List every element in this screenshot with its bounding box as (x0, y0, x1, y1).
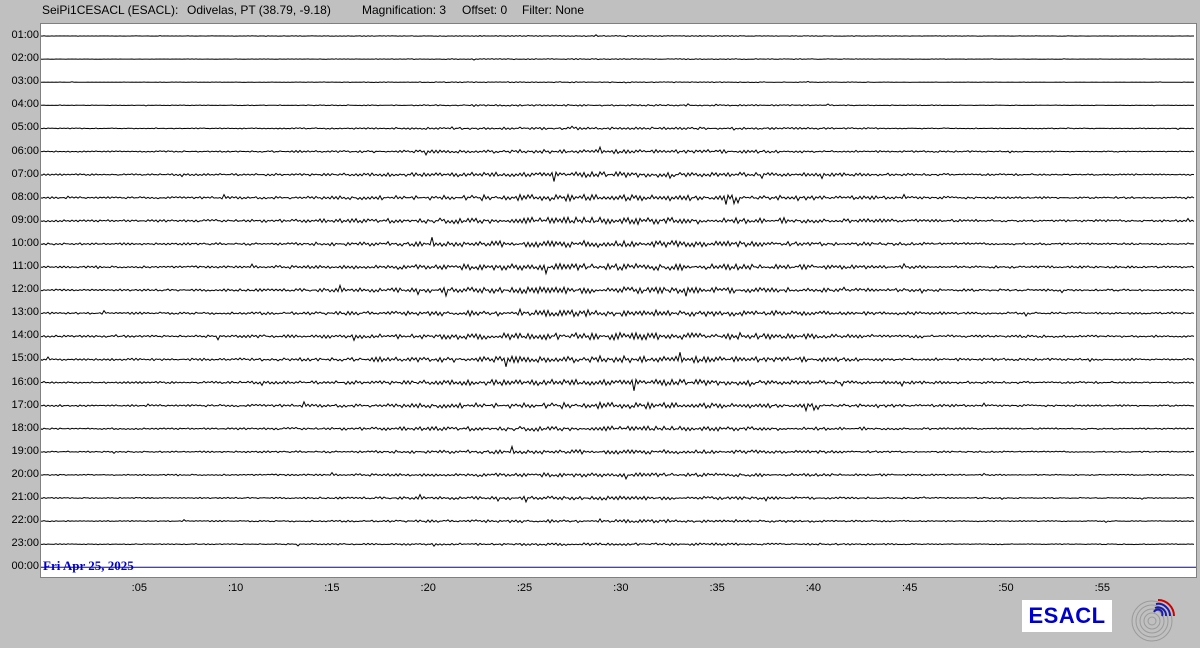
hour-trace (41, 34, 1194, 38)
hour-trace (41, 542, 1195, 548)
minute-label: :30 (613, 582, 629, 594)
hour-label: 23:00 (11, 537, 39, 550)
hour-trace (41, 103, 1195, 108)
hour-trace (41, 58, 1195, 61)
hour-label: 20:00 (11, 467, 39, 480)
station-name: SeiPi1CESACL (ESACL): (42, 3, 179, 17)
hour-label: 15:00 (11, 352, 39, 365)
date-label: Fri Apr 25, 2025 (43, 558, 134, 573)
hour-label: 12:00 (11, 283, 39, 296)
minute-label: :25 (516, 582, 533, 594)
hour-trace (41, 425, 1195, 432)
hour-label: 03:00 (11, 75, 39, 88)
hour-label: 10:00 (11, 236, 39, 249)
hour-label: 06:00 (11, 144, 39, 157)
hour-label: 01:00 (11, 29, 39, 41)
helicorder-plot (40, 23, 1197, 578)
hour-label: 19:00 (11, 444, 39, 457)
hour-label: 11:00 (12, 260, 39, 272)
seismogram-traces (41, 34, 1196, 568)
minute-label: :40 (805, 582, 822, 594)
hour-trace (41, 192, 1195, 206)
hour-trace (41, 493, 1195, 504)
hour-trace (41, 215, 1195, 226)
minute-label: :50 (998, 582, 1014, 594)
hour-label: 05:00 (11, 121, 39, 134)
status-header: SeiPi1CESACL (ESACL): Odivelas, PT (38.7… (0, 0, 1200, 22)
minute-label: :05 (131, 582, 147, 594)
hour-trace (41, 237, 1195, 249)
hour-label: 04:00 (11, 98, 39, 111)
hour-label: 14:00 (11, 329, 39, 342)
hour-trace (41, 283, 1195, 298)
hour-label: 16:00 (11, 375, 39, 388)
station-location: Odivelas, PT (38.79, -9.18) (187, 3, 331, 17)
hour-label: 09:00 (11, 213, 39, 226)
hour-label: 00:00 (11, 560, 39, 573)
hour-trace (41, 262, 1195, 276)
minute-label: :15 (324, 582, 340, 594)
hour-trace (41, 517, 1195, 524)
hour-trace (41, 471, 1195, 481)
seismic-waves-emblem-icon (1131, 599, 1175, 642)
offset-value: Offset: 0 (462, 3, 508, 17)
hour-label: 17:00 (11, 398, 39, 411)
hour-label: 18:00 (11, 421, 39, 434)
filter-value: Filter: None (522, 3, 585, 17)
hour-label: 08:00 (11, 190, 39, 203)
hour-trace (41, 307, 1195, 318)
minute-label: :35 (709, 582, 725, 594)
magnification-value: Magnification: 3 (362, 3, 447, 17)
hour-trace (41, 125, 1195, 131)
hour-trace (41, 400, 1195, 413)
minute-label: :45 (902, 582, 918, 594)
minute-label: :20 (420, 582, 436, 594)
hour-label: 13:00 (11, 306, 39, 319)
hour-label: 21:00 (11, 491, 39, 503)
hour-label: 22:00 (11, 514, 39, 527)
hour-label: 07:00 (11, 167, 39, 180)
hour-label: 02:00 (11, 52, 39, 65)
esacl-logo: ESACL (1022, 600, 1112, 632)
hour-trace (41, 80, 1195, 84)
hour-trace (41, 444, 1195, 455)
hour-trace (41, 331, 1195, 342)
hour-trace (41, 352, 1195, 367)
hour-trace (41, 377, 1195, 391)
hour-trace (41, 170, 1195, 182)
hour-trace (41, 145, 1195, 157)
logo-text: ESACL (1028, 603, 1106, 628)
minute-label: :55 (1094, 582, 1110, 594)
minute-label: :10 (227, 582, 244, 594)
